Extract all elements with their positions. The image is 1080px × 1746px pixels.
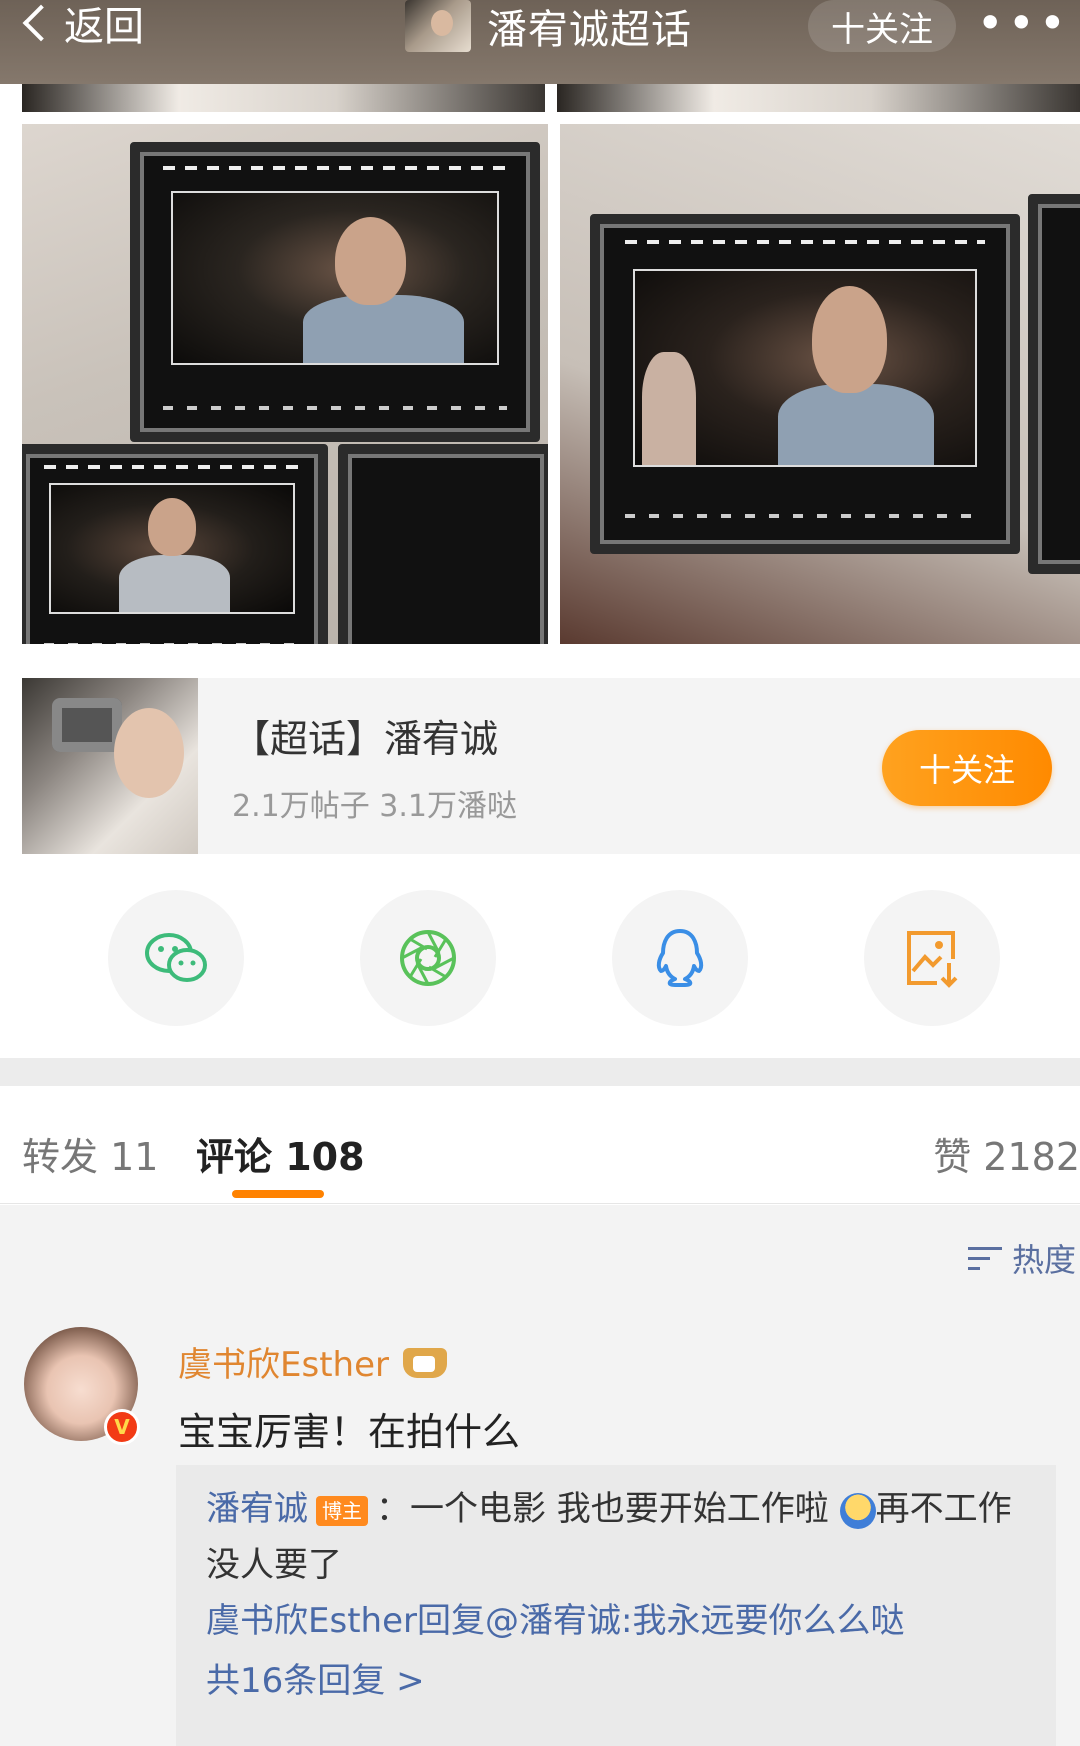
comments-section: 热度 V 虞书欣Esther 宝宝厉害！在拍什么 潘宥诚 博主 ：一个电影 我也要开… xyxy=(0,1205,1080,1746)
active-tab-indicator xyxy=(232,1190,324,1198)
more-replies-link[interactable]: 共16条回复 > xyxy=(206,1653,1026,1702)
photo-cropped-right[interactable] xyxy=(557,84,1080,112)
monitor-image xyxy=(590,214,1020,554)
share-row xyxy=(0,890,1080,1028)
tab-likes[interactable]: 赞 2182 xyxy=(933,1126,1080,1181)
comment-author[interactable]: 虞书欣Esther xyxy=(178,1337,451,1386)
wechat-icon xyxy=(145,933,207,982)
comment-author-name: 虞书欣Esther xyxy=(178,1345,389,1385)
reply-item: 虞书欣Esther回复@潘宥诚:我永远要你么么哒 xyxy=(206,1593,1026,1649)
qq-icon xyxy=(656,929,704,987)
reply-author[interactable]: 虞书欣Esther xyxy=(206,1601,417,1641)
reply-author[interactable]: 潘宥诚 xyxy=(206,1489,308,1529)
monitor-image xyxy=(130,142,540,442)
topic-info: 【超话】潘宥诚 2.1万帖子 3.1万潘哒 xyxy=(232,708,517,825)
monitor-image xyxy=(22,444,328,644)
share-moments-button[interactable] xyxy=(360,890,496,1026)
section-divider xyxy=(0,1058,1080,1086)
follow-button[interactable]: 十关注 xyxy=(882,730,1052,806)
emoji-icon xyxy=(839,1492,876,1529)
tab-comments[interactable]: 评论 108 xyxy=(196,1126,365,1181)
topic-avatar xyxy=(405,0,471,52)
back-label: 返回 xyxy=(64,4,144,50)
sort-label: 热度 xyxy=(1011,1241,1076,1279)
top-bar: 返回 潘宥诚超话 十关注 ••• xyxy=(0,0,1080,84)
photo-cropped-left[interactable] xyxy=(22,84,545,112)
crown-icon xyxy=(399,1342,451,1382)
header-follow-button[interactable]: 十关注 xyxy=(808,0,956,52)
share-wechat-button[interactable] xyxy=(108,890,244,1026)
monitor-image xyxy=(338,444,548,644)
moments-icon xyxy=(400,930,456,986)
topic-stats: 2.1万帖子 3.1万潘哒 xyxy=(232,788,517,824)
share-qq-button[interactable] xyxy=(612,890,748,1026)
verified-badge-icon: V xyxy=(104,1409,140,1445)
reply-box[interactable]: 潘宥诚 博主 ：一个电影 我也要开始工作啦 再不工作没人要了 虞书欣Esther回复… xyxy=(176,1465,1056,1746)
photo-monitors-right[interactable] xyxy=(560,124,1080,644)
back-button[interactable]: 返回 xyxy=(14,0,144,50)
reply-text: 回复@潘宥诚:我永远要你么么哒 xyxy=(416,1601,905,1641)
chevron-left-icon xyxy=(22,4,60,42)
page-title: 潘宥诚超话 xyxy=(487,7,692,53)
comment-text: 宝宝厉害！在拍什么 xyxy=(178,1410,521,1454)
monitor-image xyxy=(1028,194,1080,574)
sort-button[interactable]: 热度 xyxy=(967,1235,1076,1281)
sort-icon xyxy=(967,1243,1004,1273)
photo-monitors-left[interactable] xyxy=(22,124,548,644)
tab-repost[interactable]: 转发 11 xyxy=(22,1126,158,1181)
topic-name: 【超话】潘宥诚 xyxy=(232,716,499,761)
reply-text: ：一个电影 我也要开始工作啦 xyxy=(376,1489,829,1529)
topic-card[interactable]: 【超话】潘宥诚 2.1万帖子 3.1万潘哒 十关注 xyxy=(22,678,1080,854)
photo-strip xyxy=(22,84,1080,112)
host-tag: 博主 xyxy=(316,1495,368,1526)
topic-header[interactable]: 潘宥诚超话 xyxy=(405,0,692,53)
topic-thumbnail xyxy=(22,678,198,854)
reply-item: 潘宥诚 博主 ：一个电影 我也要开始工作啦 再不工作没人要了 xyxy=(206,1481,1026,1593)
save-image-button[interactable] xyxy=(864,890,1000,1026)
tab-bar: 转发 11 评论 108 赞 2182 xyxy=(0,1086,1080,1204)
save-image-icon xyxy=(907,931,958,988)
more-icon[interactable]: ••• xyxy=(977,0,1070,46)
